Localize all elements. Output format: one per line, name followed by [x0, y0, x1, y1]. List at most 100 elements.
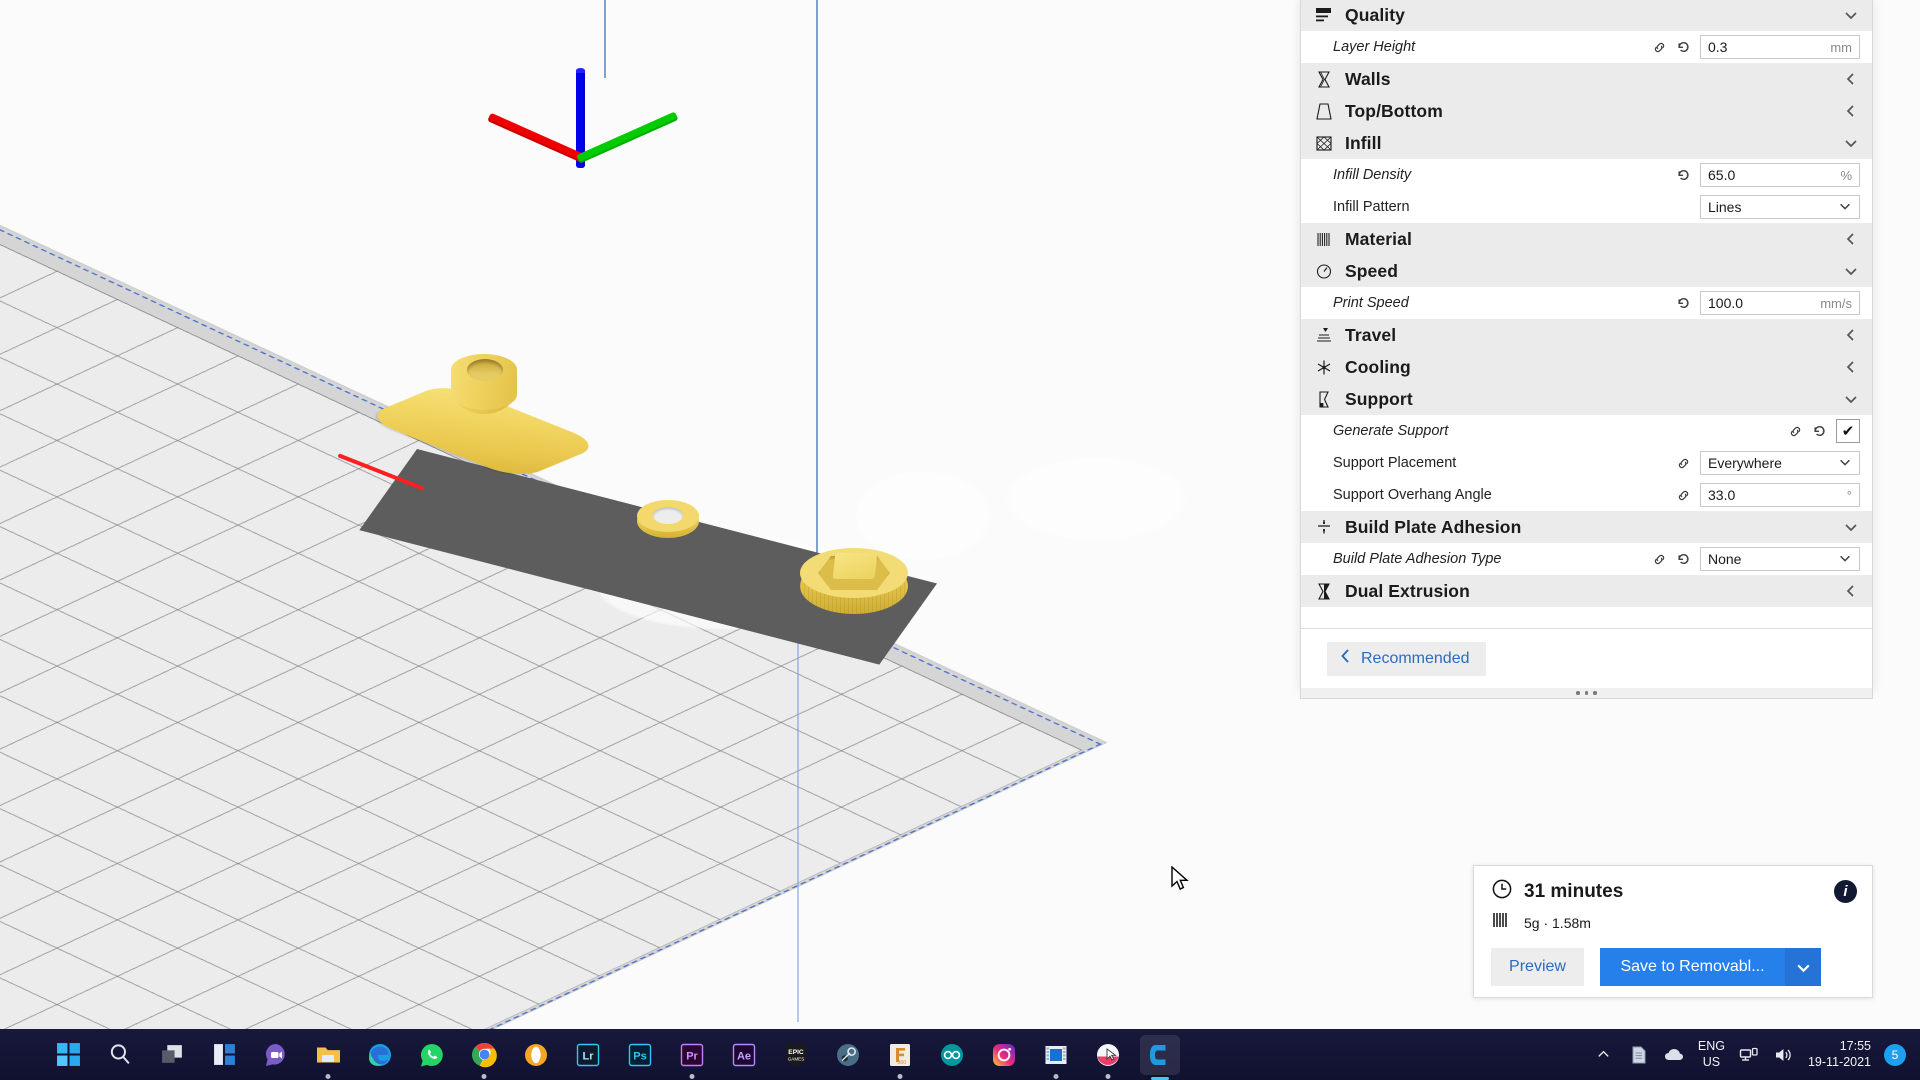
- chevron-left-icon[interactable]: [1842, 358, 1860, 376]
- volume-icon[interactable]: [1773, 1044, 1795, 1066]
- recommended-mode-button[interactable]: Recommended: [1327, 641, 1486, 676]
- link-icon[interactable]: [1651, 551, 1667, 567]
- panel-resize-handle[interactable]: [1300, 688, 1873, 699]
- category-header-infill[interactable]: Infill: [1301, 127, 1872, 159]
- link-icon[interactable]: [1675, 487, 1691, 503]
- network-icon[interactable]: [1738, 1044, 1760, 1066]
- chevron-down-icon[interactable]: [1842, 6, 1860, 24]
- chevron-down-icon[interactable]: [1842, 390, 1860, 408]
- opera-browser-button[interactable]: [516, 1035, 556, 1075]
- hex-nut-model[interactable]: [800, 548, 910, 620]
- category-label: Travel: [1345, 324, 1397, 345]
- svg-text:Pr: Pr: [686, 1050, 698, 1062]
- category-header-speed[interactable]: Speed: [1301, 255, 1872, 287]
- windows-taskbar[interactable]: Lr Ps Pr Ae EPIC GAMES 360 ENG US 17:55 …: [0, 1029, 1920, 1080]
- cloud-icon[interactable]: [1663, 1044, 1685, 1066]
- chevron-left-icon[interactable]: [1842, 102, 1860, 120]
- start-button[interactable]: [48, 1035, 88, 1075]
- language-indicator[interactable]: ENG US: [1698, 1039, 1725, 1070]
- microsoft-edge-button[interactable]: [360, 1035, 400, 1075]
- setting-layer-height[interactable]: Layer Height 0.3 mm: [1301, 31, 1872, 63]
- category-header-support[interactable]: Support: [1301, 383, 1872, 415]
- google-chrome-button[interactable]: [464, 1035, 504, 1079]
- generate-support-checkbox[interactable]: ✔: [1836, 419, 1860, 443]
- link-icon[interactable]: [1787, 423, 1803, 439]
- clock-date[interactable]: 17:55 19-11-2021: [1808, 1039, 1871, 1070]
- notification-badge[interactable]: 5: [1884, 1043, 1906, 1066]
- instagram-button[interactable]: [984, 1035, 1024, 1075]
- chevron-down-icon[interactable]: [1842, 262, 1860, 280]
- document-icon[interactable]: [1628, 1044, 1650, 1066]
- input-unit: mm: [1830, 39, 1852, 55]
- build-plate-adhesion-type-select[interactable]: None: [1700, 547, 1860, 571]
- category-header-cooling[interactable]: Cooling: [1301, 351, 1872, 383]
- chevron-up-icon[interactable]: [1593, 1044, 1615, 1066]
- setting-label: Layer Height: [1333, 39, 1416, 55]
- search-button[interactable]: [100, 1035, 140, 1075]
- taskbar-apps[interactable]: Lr Ps Pr Ae EPIC GAMES 360: [48, 1034, 1180, 1080]
- chevron-left-icon[interactable]: [1842, 326, 1860, 344]
- revert-icon[interactable]: [1811, 423, 1827, 439]
- setting-build-plate-adhesion-type[interactable]: Build Plate Adhesion Type None: [1301, 543, 1872, 575]
- setting-generate-support[interactable]: Generate Support ✔: [1301, 415, 1872, 447]
- movies-tv-button[interactable]: [1036, 1035, 1076, 1079]
- save-options-dropdown-button[interactable]: [1785, 948, 1821, 986]
- category-header-dual-extrusion[interactable]: Dual Extrusion: [1301, 575, 1872, 607]
- adobe-premiere-pro-button[interactable]: Pr: [672, 1035, 712, 1079]
- setting-support-overhang-angle[interactable]: Support Overhang Angle 33.0 °: [1301, 479, 1872, 511]
- file-explorer-button[interactable]: [308, 1035, 348, 1079]
- epic-games-launcher-button[interactable]: EPIC GAMES: [776, 1035, 816, 1075]
- input-value: 33.0: [1708, 487, 1736, 503]
- task-view-button[interactable]: [152, 1035, 192, 1075]
- settings-list[interactable]: Quality Layer Height 0.3 mm Walls Top/Bo…: [1301, 0, 1872, 628]
- chevron-left-icon[interactable]: [1842, 70, 1860, 88]
- revert-icon[interactable]: [1675, 39, 1691, 55]
- revert-icon[interactable]: [1675, 295, 1691, 311]
- washer-model[interactable]: [637, 500, 701, 542]
- chevron-down-icon[interactable]: [1842, 134, 1860, 152]
- category-header-travel[interactable]: Travel: [1301, 319, 1872, 351]
- category-header-build-plate-adhesion[interactable]: Build Plate Adhesion: [1301, 511, 1872, 543]
- infill-pattern-select[interactable]: Lines: [1700, 195, 1860, 219]
- category-header-walls[interactable]: Walls: [1301, 63, 1872, 95]
- adobe-lightroom-button[interactable]: Lr: [568, 1035, 608, 1075]
- print-settings-panel[interactable]: Quality Layer Height 0.3 mm Walls Top/Bo…: [1300, 0, 1873, 689]
- chevron-left-icon[interactable]: [1842, 230, 1860, 248]
- setting-infill-density[interactable]: Infill Density 65.0 %: [1301, 159, 1872, 191]
- setting-print-speed[interactable]: Print Speed 100.0 mm/s: [1301, 287, 1872, 319]
- widgets-button[interactable]: [204, 1035, 244, 1075]
- infill-density-input[interactable]: 65.0 %: [1700, 163, 1860, 187]
- preview-button[interactable]: Preview: [1491, 948, 1584, 986]
- ultimaker-cura-button[interactable]: [1140, 1034, 1180, 1080]
- arduino-ide-button[interactable]: [932, 1035, 972, 1075]
- link-icon[interactable]: [1651, 39, 1667, 55]
- running-indicator: [1105, 1073, 1111, 1079]
- revert-icon[interactable]: [1675, 167, 1691, 183]
- adobe-after-effects-button[interactable]: Ae: [724, 1035, 764, 1075]
- teams-chat-button[interactable]: [256, 1035, 296, 1075]
- setting-infill-pattern[interactable]: Infill Pattern Lines: [1301, 191, 1872, 223]
- support-overhang-angle-input[interactable]: 33.0 °: [1700, 483, 1860, 507]
- category-header-top-bottom[interactable]: Top/Bottom: [1301, 95, 1872, 127]
- link-icon[interactable]: [1675, 455, 1691, 471]
- steam-button[interactable]: [828, 1035, 868, 1075]
- fusion-360-button[interactable]: 360: [880, 1035, 920, 1079]
- system-tray[interactable]: ENG US 17:55 19-11-2021 5: [1593, 1029, 1920, 1080]
- svg-text:Lr: Lr: [583, 1050, 595, 1062]
- square-flange-nut-model[interactable]: [337, 354, 604, 491]
- category-header-quality[interactable]: Quality: [1301, 0, 1872, 31]
- layer-height-input[interactable]: 0.3 mm: [1700, 35, 1860, 59]
- adobe-photoshop-button[interactable]: Ps: [620, 1035, 660, 1075]
- snipping-tool-button[interactable]: [1088, 1035, 1128, 1079]
- setting-support-placement[interactable]: Support Placement Everywhere: [1301, 447, 1872, 479]
- category-header-material[interactable]: Material: [1301, 223, 1872, 255]
- revert-icon[interactable]: [1675, 551, 1691, 567]
- support-placement-select[interactable]: Everywhere: [1700, 451, 1860, 475]
- chevron-down-icon[interactable]: [1842, 518, 1860, 536]
- print-speed-input[interactable]: 100.0 mm/s: [1700, 291, 1860, 315]
- input-unit: %: [1840, 167, 1852, 183]
- chevron-left-icon[interactable]: [1842, 582, 1860, 600]
- whatsapp-button[interactable]: [412, 1035, 452, 1075]
- save-to-removable-button[interactable]: Save to Removabl...: [1600, 948, 1785, 986]
- info-icon[interactable]: i: [1834, 880, 1857, 903]
